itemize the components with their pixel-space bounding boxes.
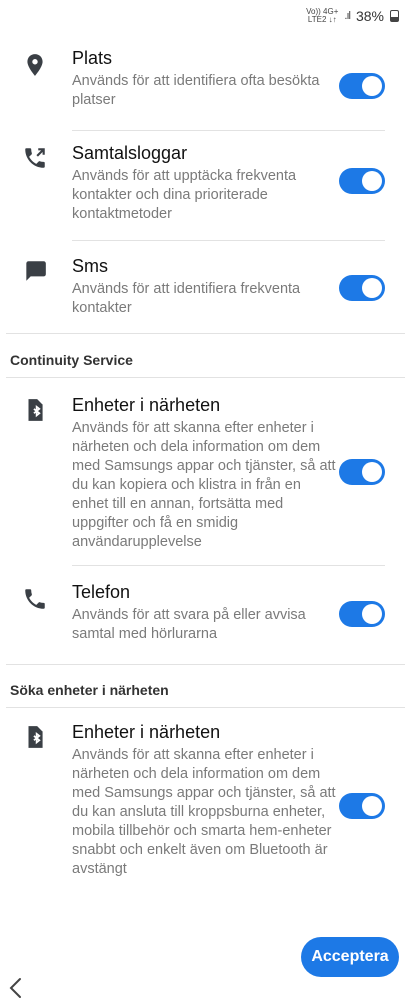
phone-toggle[interactable] bbox=[339, 601, 385, 627]
permission-title: Samtalsloggar bbox=[72, 143, 188, 163]
permission-description: Används för att upptäcka frekventa konta… bbox=[72, 168, 297, 222]
permission-description: Används för att identifiera frekventa ko… bbox=[72, 281, 301, 316]
accept-button[interactable]: Acceptera bbox=[301, 937, 399, 977]
permission-description: Används för att svara på eller avvisa sa… bbox=[72, 607, 306, 642]
nearby-scan-toggle[interactable] bbox=[339, 793, 385, 819]
section-header-continuity: Continuity Service bbox=[10, 352, 133, 368]
back-icon[interactable] bbox=[6, 975, 28, 1001]
permission-description: Används för att identifiera ofta besökta… bbox=[72, 73, 320, 108]
status-bar: Vo)) 4G+ LTE2 ↓↑ .ıl 38% bbox=[0, 0, 411, 32]
permission-item-phone[interactable]: Telefon Används för att svara på eller a… bbox=[0, 582, 411, 652]
battery-percent: 38% bbox=[355, 8, 384, 24]
battery-icon bbox=[390, 10, 399, 22]
divider bbox=[72, 565, 385, 566]
divider bbox=[6, 333, 405, 334]
divider bbox=[6, 664, 405, 665]
nearby-devices-icon bbox=[28, 726, 43, 748]
permission-item-call-log[interactable]: Samtalsloggar Används för att upptäcka f… bbox=[0, 143, 411, 233]
sms-icon bbox=[26, 261, 46, 281]
permission-title: Sms bbox=[72, 256, 108, 276]
nearby-devices-icon bbox=[28, 399, 43, 421]
section-header-nearby-scan: Söka enheter i närheten bbox=[10, 682, 169, 698]
divider bbox=[72, 240, 385, 241]
location-toggle[interactable] bbox=[339, 73, 385, 99]
permission-item-sms[interactable]: Sms Används för att identifiera frekvent… bbox=[0, 256, 411, 326]
permission-title: Telefon bbox=[72, 582, 131, 602]
permission-description: Används för att skanna efter enheter i n… bbox=[72, 747, 336, 877]
permission-title: Enheter i närheten bbox=[72, 395, 221, 415]
phone-icon bbox=[25, 589, 45, 609]
network-bottom-label: LTE2 ↓↑ bbox=[307, 15, 337, 24]
divider bbox=[72, 130, 385, 131]
sms-toggle[interactable] bbox=[339, 275, 385, 301]
permission-description: Används för att skanna efter enheter i n… bbox=[72, 420, 336, 550]
divider bbox=[6, 377, 405, 378]
nearby-devices-toggle[interactable] bbox=[339, 459, 385, 485]
permission-item-nearby-scan[interactable]: Enheter i närheten Används för att skann… bbox=[0, 722, 411, 892]
permission-item-location[interactable]: Plats Används för att identifiera ofta b… bbox=[0, 46, 411, 126]
location-icon bbox=[27, 54, 43, 76]
network-indicator: Vo)) 4G+ LTE2 ↓↑ bbox=[306, 8, 338, 24]
permission-item-nearby-devices[interactable]: Enheter i närheten Används för att skann… bbox=[0, 395, 411, 555]
permission-title: Plats bbox=[72, 48, 113, 68]
call-log-toggle[interactable] bbox=[339, 168, 385, 194]
permission-title: Enheter i närheten bbox=[72, 722, 221, 742]
call-log-icon bbox=[25, 148, 45, 168]
divider bbox=[6, 707, 405, 708]
signal-icon: .ıl bbox=[344, 10, 350, 22]
